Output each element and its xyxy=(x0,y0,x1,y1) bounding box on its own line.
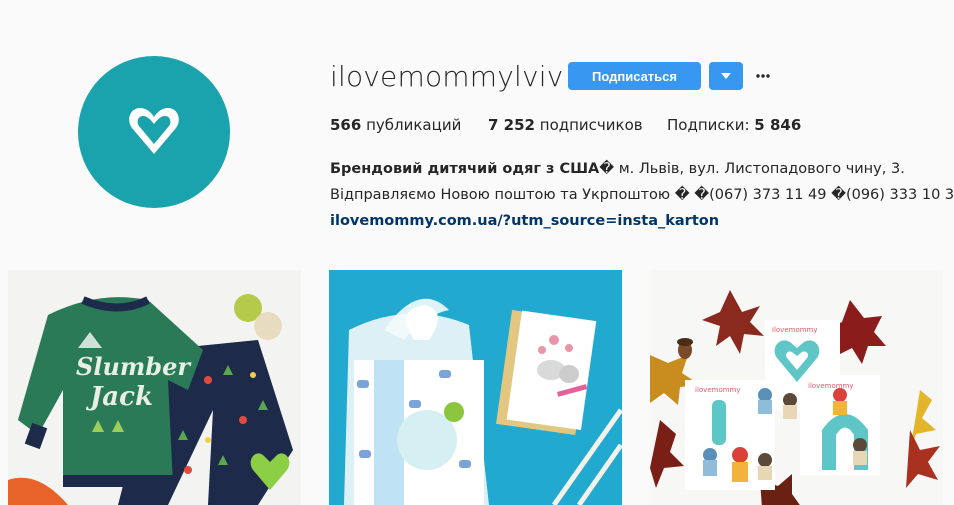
shirt-text-2: Jack xyxy=(85,382,153,412)
followers-label: подписчиков xyxy=(539,116,643,134)
heart-logo-icon xyxy=(129,108,179,154)
post-image-letters: ilovemommy ilovemommy ilovemommy xyxy=(650,270,943,505)
followers-stat[interactable]: 7 252 подписчиков xyxy=(488,116,643,134)
profile-bio: Брендовий дитячий одяг з США� м. Львів, … xyxy=(330,156,954,234)
post-image-pajamas: Slumber Jack xyxy=(8,270,301,505)
ellipsis-icon xyxy=(756,74,770,78)
following-stat[interactable]: Подписки: 5 846 xyxy=(667,116,801,134)
following-count: 5 846 xyxy=(754,116,802,134)
suggestions-dropdown-button[interactable] xyxy=(709,62,743,90)
bio-full-name: Брендовий дитячий одяг з США xyxy=(330,161,600,177)
profile-avatar[interactable] xyxy=(78,56,230,208)
posts-stat: 566 публикаций xyxy=(330,116,461,134)
post-tile-3[interactable]: ilovemommy ilovemommy ilovemommy xyxy=(650,270,943,505)
card-text-2: ilovemommy xyxy=(808,382,854,390)
card-text-3: ilovemommy xyxy=(695,386,741,394)
post-tile-1[interactable]: Slumber Jack xyxy=(8,270,301,505)
more-options-button[interactable] xyxy=(752,62,774,90)
post-tile-2[interactable] xyxy=(329,270,622,505)
follow-button[interactable]: Подписаться xyxy=(568,62,701,90)
shirt-text-1: Slumber xyxy=(76,352,192,381)
followers-count: 7 252 xyxy=(488,116,535,134)
following-label: Подписки: xyxy=(667,116,750,134)
bio-line-1: Брендовий дитячий одяг з США� м. Львів, … xyxy=(330,156,950,182)
posts-count: 566 xyxy=(330,116,362,134)
posts-label: публикаций xyxy=(366,116,462,134)
bio-website-link[interactable]: ilovemommy.com.ua/?utm_source=insta_kart… xyxy=(330,213,719,229)
bio-line-2: Відправляємо Новою поштою та Укрпоштою �… xyxy=(330,187,954,203)
caret-down-icon xyxy=(721,73,731,79)
post-image-blankets xyxy=(329,270,622,505)
bio-address: � м. Львів, вул. Листопадового чину, 3. xyxy=(599,161,905,177)
profile-username: ilovemommylviv xyxy=(330,60,564,93)
card-text-1: ilovemommy xyxy=(772,326,818,334)
